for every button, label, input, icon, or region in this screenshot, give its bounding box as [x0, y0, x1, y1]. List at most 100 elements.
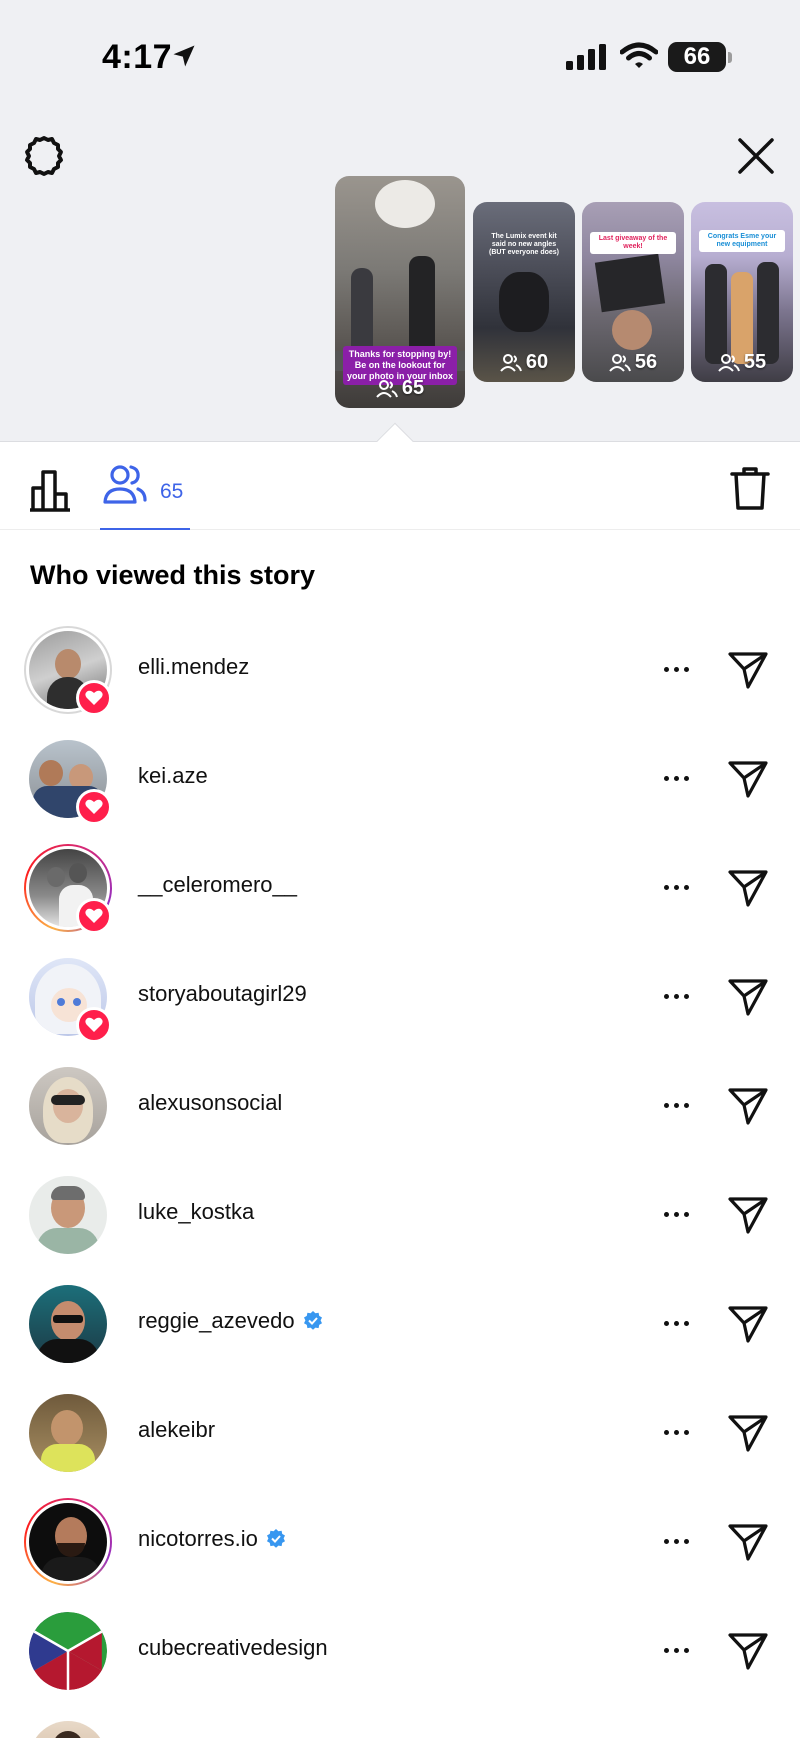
viewer-username-row: storyaboutagirl29 [138, 981, 307, 1007]
send-message-button[interactable] [724, 646, 772, 694]
like-badge [76, 898, 112, 934]
viewer-username-row: reggie_azevedo [138, 1308, 323, 1334]
avatar-image [29, 1176, 107, 1254]
camera-shape [499, 272, 549, 332]
ellipsis-icon [663, 1429, 669, 1435]
viewer-row-partial[interactable] [0, 1704, 800, 1738]
send-message-button[interactable] [724, 1191, 772, 1239]
viewer-username[interactable]: reggie_azevedo [138, 1308, 295, 1334]
viewer-username[interactable]: __celeromero__ [138, 872, 297, 898]
viewer-row[interactable]: alexusonsocial [0, 1050, 800, 1159]
settings-button[interactable] [20, 132, 68, 180]
viewers-icon [609, 353, 631, 372]
viewer-username[interactable]: kei.aze [138, 763, 208, 789]
send-message-button[interactable] [724, 755, 772, 803]
battery-cap [728, 52, 732, 63]
more-options-button[interactable] [656, 1199, 696, 1229]
paper-plane-icon [728, 1415, 768, 1452]
story-view-count: 55 [691, 351, 793, 374]
more-options-button[interactable] [656, 1308, 696, 1338]
send-message-button[interactable] [724, 1627, 772, 1675]
verified-badge-icon [303, 1311, 322, 1330]
story-thumbnail[interactable]: The Lumix event kit said no new angles (… [473, 202, 575, 382]
trash-icon [730, 467, 770, 510]
avatar[interactable] [24, 1716, 112, 1738]
close-button[interactable] [732, 132, 780, 180]
viewer-username[interactable]: elli.mendez [138, 654, 249, 680]
viewer-row[interactable]: cubecreativedesign [0, 1595, 800, 1704]
viewer-username[interactable]: alexusonsocial [138, 1090, 282, 1116]
more-options-button[interactable] [656, 763, 696, 793]
more-options-button[interactable] [656, 1090, 696, 1120]
more-options-button[interactable] [656, 872, 696, 902]
viewers-icon [376, 379, 398, 398]
send-message-button[interactable] [724, 1518, 772, 1566]
location-arrow-icon [170, 42, 198, 75]
viewer-username-row: kei.aze [138, 763, 208, 789]
viewer-username[interactable]: storyaboutagirl29 [138, 981, 307, 1007]
viewer-row[interactable]: reggie_azevedo [0, 1268, 800, 1377]
viewer-row[interactable]: nicotorres.io [0, 1486, 800, 1595]
avatar[interactable] [24, 1171, 112, 1259]
avatar[interactable] [24, 1280, 112, 1368]
ellipsis-icon [663, 1102, 669, 1108]
tab-insights[interactable] [26, 466, 74, 514]
viewer-row[interactable]: elli.mendez [0, 614, 800, 723]
viewer-username[interactable]: alekeibr [138, 1417, 215, 1443]
viewer-username[interactable]: luke_kostka [138, 1199, 254, 1225]
ellipsis-icon [663, 884, 669, 890]
ellipsis-icon [663, 666, 669, 672]
status-time: 4:17 [102, 38, 173, 76]
avatar[interactable] [24, 1062, 112, 1150]
ellipsis-icon [663, 1538, 669, 1544]
story-view-count: 65 [335, 377, 465, 400]
viewer-row[interactable]: storyaboutagirl29 [0, 941, 800, 1050]
like-badge [76, 789, 112, 825]
viewer-row[interactable]: kei.aze [0, 723, 800, 832]
story-thumbnail-selected[interactable]: Thanks for stopping by! Be on the lookou… [335, 176, 465, 408]
avatar[interactable] [24, 1389, 112, 1477]
viewer-username[interactable]: nicotorres.io [138, 1526, 258, 1552]
person-silhouette [351, 268, 373, 358]
viewer-row[interactable]: __celeromero__ [0, 832, 800, 941]
tab-viewers[interactable]: 65 [100, 462, 190, 530]
gear-icon [25, 136, 63, 176]
send-message-button[interactable] [724, 1409, 772, 1457]
story-thumbnail[interactable]: Last giveaway of the week! 56 [582, 202, 684, 382]
heart-icon [85, 799, 103, 814]
viewer-username-row: __celeromero__ [138, 872, 297, 898]
avatar-image [29, 1394, 107, 1472]
viewers-icon [103, 465, 147, 504]
more-options-button[interactable] [656, 981, 696, 1011]
viewer-username[interactable]: cubecreativedesign [138, 1635, 328, 1661]
avatar[interactable] [24, 1607, 112, 1695]
paper-plane-icon [728, 1088, 768, 1125]
paper-plane-icon [728, 1306, 768, 1343]
ellipsis-icon [663, 1211, 669, 1217]
verified-badge-icon [266, 1529, 285, 1548]
delete-button[interactable] [726, 464, 774, 512]
more-options-button[interactable] [656, 654, 696, 684]
cellular-signal-icon [566, 44, 608, 75]
send-message-button[interactable] [724, 1082, 772, 1130]
more-options-button[interactable] [656, 1635, 696, 1665]
person-silhouette [757, 262, 779, 364]
story-caption: Congrats Esme your new equipment [699, 230, 785, 252]
paper-plane-icon [728, 979, 768, 1016]
ellipsis-icon [663, 1320, 669, 1326]
more-options-button[interactable] [656, 1417, 696, 1447]
avatar[interactable] [24, 1498, 112, 1586]
viewer-row[interactable]: luke_kostka [0, 1159, 800, 1268]
send-message-button[interactable] [724, 1300, 772, 1348]
send-message-button[interactable] [724, 973, 772, 1021]
ellipsis-icon [663, 1647, 669, 1653]
viewer-row[interactable]: alekeibr [0, 1377, 800, 1486]
status-bar: 4:17 66 [0, 0, 800, 118]
story-thumbnail[interactable]: Congrats Esme your new equipment 55 [691, 202, 793, 382]
viewer-username-row: alexusonsocial [138, 1090, 282, 1116]
viewer-username-row: elli.mendez [138, 654, 249, 680]
more-options-button[interactable] [656, 1526, 696, 1556]
story-caption: Last giveaway of the week! [590, 232, 676, 254]
person-silhouette [705, 264, 727, 364]
send-message-button[interactable] [724, 864, 772, 912]
